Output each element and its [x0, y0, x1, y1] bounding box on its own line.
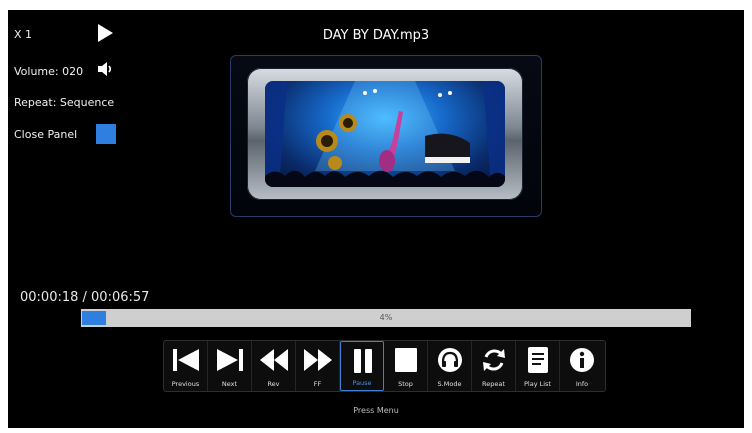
- pause-button[interactable]: Pause: [340, 341, 384, 391]
- repeat-button-label: Repeat: [482, 380, 505, 388]
- rewind-button-label: Rev: [267, 380, 280, 388]
- info-button[interactable]: Info: [560, 341, 604, 391]
- fast-forward-button[interactable]: FF: [296, 341, 340, 391]
- menu-hint: Press Menu: [353, 406, 399, 415]
- pause-button-label: Pause: [352, 379, 372, 387]
- repeat-button[interactable]: Repeat: [472, 341, 516, 391]
- playlist-button[interactable]: Play List: [516, 341, 560, 391]
- skip-next-icon: [217, 349, 243, 371]
- stop-button-label: Stop: [398, 380, 413, 388]
- pause-icon: [354, 349, 372, 373]
- album-art-bezel: [247, 68, 523, 200]
- repeat-mode: Repeat: Sequence: [14, 96, 115, 109]
- progress-percent: 4%: [379, 313, 393, 322]
- close-panel-label: Close Panel: [14, 128, 78, 141]
- elapsed-total-time: 00:00:18 / 00:06:57: [20, 290, 150, 305]
- info-icon: [570, 348, 594, 372]
- album-art: [265, 81, 505, 187]
- close-panel-button[interactable]: [96, 124, 116, 144]
- stop-icon: [395, 348, 417, 372]
- info-button-label: Info: [575, 380, 589, 388]
- speaker-icon[interactable]: [96, 59, 116, 83]
- previous-button[interactable]: Previous: [164, 341, 208, 391]
- fast-forward-button-label: FF: [313, 380, 322, 388]
- stop-button[interactable]: Stop: [384, 341, 428, 391]
- rewind-icon: [260, 349, 288, 371]
- previous-button-label: Previous: [171, 380, 200, 388]
- repeat-icon: [483, 349, 505, 371]
- next-button-label: Next: [221, 380, 238, 388]
- progress-bar[interactable]: 4%: [81, 309, 691, 327]
- playback-controls: Previous Next Rev FF Pause Stop S.Mode R…: [163, 340, 606, 392]
- sound-mode-button[interactable]: S.Mode: [428, 341, 472, 391]
- playlist-icon: [528, 347, 548, 373]
- rewind-button[interactable]: Rev: [252, 341, 296, 391]
- sound-mode-icon: [438, 348, 462, 372]
- playlist-button-label: Play List: [524, 380, 551, 388]
- media-player-screen: X 1 Volume: 020 Repeat: Sequence Close P…: [8, 10, 744, 428]
- volume-level: Volume: 020: [14, 65, 84, 78]
- track-title: DAY BY DAY.mp3: [322, 28, 430, 43]
- skip-previous-icon: [173, 349, 199, 371]
- fast-forward-icon: [304, 349, 332, 371]
- next-button[interactable]: Next: [208, 341, 252, 391]
- album-art-frame: [230, 55, 542, 217]
- sound-mode-button-label: S.Mode: [437, 380, 462, 388]
